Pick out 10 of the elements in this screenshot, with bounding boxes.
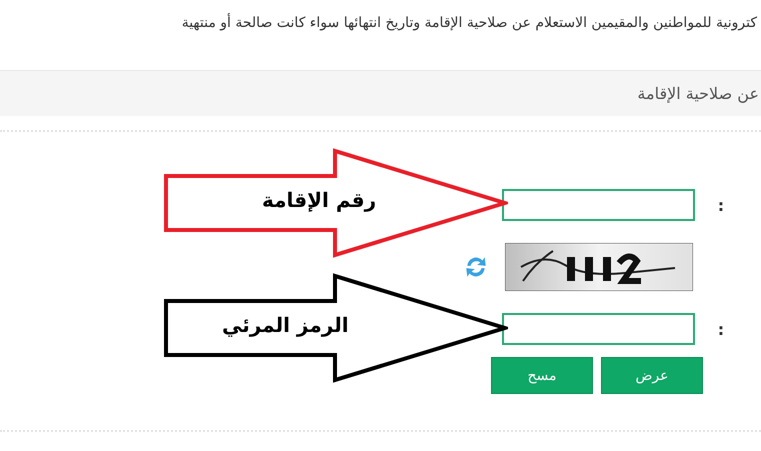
input-field[interactable]: [502, 313, 695, 345]
form-button[interactable]: مسح: [491, 357, 593, 394]
intro-text: كترونية للمواطنين والمقيمين الاستعلام عن صلاحية الإقامة وتاريخ انتهائها سواء كانت صالحة أو منتهية: [182, 15, 757, 31]
annotation-label: رقم الإقامة: [262, 188, 376, 212]
annotation-label: الرمز المرئي: [222, 313, 349, 337]
field-label: :: [716, 320, 726, 338]
field-label: :: [716, 196, 726, 214]
input-field[interactable]: [502, 189, 695, 221]
form-button[interactable]: عرض: [601, 357, 703, 394]
section-title: عن صلاحية الإقامة: [637, 84, 759, 103]
